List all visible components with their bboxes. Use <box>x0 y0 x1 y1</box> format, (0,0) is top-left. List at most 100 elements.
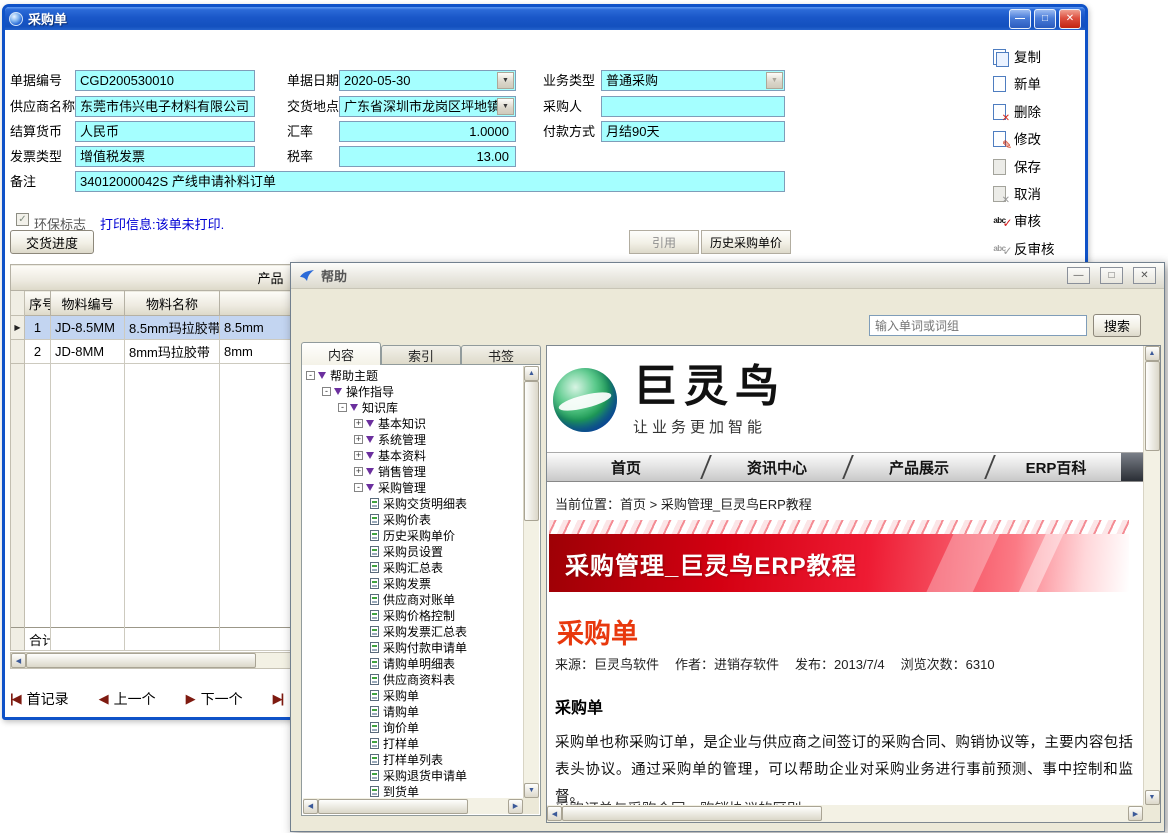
help-tab-0[interactable]: 内容 <box>301 342 381 365</box>
recnav-next-button[interactable]: ▶下一个 <box>186 689 243 709</box>
quote-button[interactable]: 引用 <box>629 230 699 254</box>
scroll-left-icon[interactable]: ◀ <box>547 806 562 821</box>
help-tab-1[interactable]: 索引 <box>381 345 461 365</box>
scroll-thumb[interactable] <box>318 799 468 814</box>
remark-field[interactable]: 34012000042S 产线申请补料订单 <box>75 171 785 192</box>
tree-expand-icon[interactable]: + <box>354 419 363 428</box>
scroll-thumb[interactable] <box>1145 361 1160 451</box>
scroll-down-icon[interactable]: ▼ <box>1145 790 1160 805</box>
tree-expand-icon[interactable]: + <box>354 451 363 460</box>
minimize-icon[interactable]: — <box>1067 267 1090 284</box>
tree-item[interactable]: +系统管理 <box>303 431 523 447</box>
tree-item[interactable]: 请购单 <box>303 703 523 719</box>
tree-expand-icon[interactable]: - <box>322 387 331 396</box>
biz-type-field[interactable]: 普通采购▼ <box>601 70 785 91</box>
help-tab-2[interactable]: 书签 <box>461 345 541 365</box>
currency-field[interactable]: 人民币 <box>75 121 255 142</box>
close-icon[interactable]: ✕ <box>1133 267 1156 284</box>
main-title-bar[interactable]: 采购单 — □ ✕ <box>5 7 1085 30</box>
tree-item[interactable]: 打样单列表 <box>303 751 523 767</box>
content-horizontal-scrollbar[interactable]: ◀ ▶ <box>547 805 1143 822</box>
tree-item[interactable]: 采购付款申请单 <box>303 639 523 655</box>
help-title-bar[interactable]: 帮助 — □ ✕ <box>291 263 1164 289</box>
recnav-first-button[interactable]: |◀首记录 <box>10 689 69 709</box>
site-nav-item[interactable]: 首页 <box>547 453 705 481</box>
doc-no-field[interactable]: CGD200530010 <box>75 70 255 91</box>
tree-expand-icon[interactable]: + <box>354 467 363 476</box>
supplier-field[interactable]: 东莞市伟兴电子材料有限公司 <box>75 96 255 117</box>
tree-item[interactable]: 采购发票 <box>303 575 523 591</box>
column-header[interactable]: 物料名称 <box>125 291 220 316</box>
tree-item[interactable]: +基本资料 <box>303 447 523 463</box>
content-vertical-scrollbar[interactable]: ▲ ▼ <box>1143 346 1160 805</box>
action-save-button[interactable]: 保存 <box>991 154 1041 178</box>
column-header[interactable]: 序号 <box>25 291 51 316</box>
scroll-thumb[interactable] <box>26 653 256 668</box>
tree-item[interactable]: 请购单明细表 <box>303 655 523 671</box>
tree-expand-icon[interactable]: - <box>354 483 363 492</box>
tree-item[interactable]: +销售管理 <box>303 463 523 479</box>
tree-item[interactable]: 采购发票汇总表 <box>303 623 523 639</box>
tree-item[interactable]: 供应商对账单 <box>303 591 523 607</box>
tree-item[interactable]: 历史采购单价 <box>303 527 523 543</box>
site-nav-item[interactable]: ERP百科 <box>991 453 1121 481</box>
site-nav-item[interactable]: 产品展示 <box>849 453 989 481</box>
delivery-progress-button[interactable]: 交货进度 <box>10 230 94 254</box>
maximize-icon[interactable]: □ <box>1100 267 1123 284</box>
action-audit-button[interactable]: abc审核 <box>991 208 1041 232</box>
recnav-prev-button[interactable]: ◀上一个 <box>99 689 156 709</box>
tree-item[interactable]: 采购退货申请单 <box>303 767 523 783</box>
exchange-rate-field[interactable]: 1.0000 <box>339 121 516 142</box>
help-search-button[interactable]: 搜索 <box>1093 314 1141 337</box>
history-price-button[interactable]: 历史采购单价 <box>701 230 791 254</box>
tree-item[interactable]: 打样单 <box>303 735 523 751</box>
action-modify-button[interactable]: 修改 <box>991 126 1041 150</box>
tree-item[interactable]: -知识库 <box>303 399 523 415</box>
scroll-thumb[interactable] <box>562 806 822 821</box>
scroll-up-icon[interactable]: ▲ <box>1145 346 1160 361</box>
action-copy-button[interactable]: 复制 <box>991 44 1041 68</box>
scroll-up-icon[interactable]: ▲ <box>524 366 539 381</box>
tree-vertical-scrollbar[interactable]: ▲ ▼ <box>523 366 539 798</box>
scroll-right-icon[interactable]: ▶ <box>508 799 523 814</box>
tree-expand-icon[interactable]: - <box>338 403 347 412</box>
tree-item[interactable]: 到货单 <box>303 783 523 798</box>
tree-item[interactable]: -帮助主题 <box>303 367 523 383</box>
recnav-last-button[interactable]: ▶| <box>273 691 283 707</box>
maximize-icon[interactable]: □ <box>1034 9 1056 29</box>
tree-horizontal-scrollbar[interactable]: ◀ ▶ <box>303 798 523 814</box>
tree-item[interactable]: 采购单 <box>303 687 523 703</box>
scroll-down-icon[interactable]: ▼ <box>524 783 539 798</box>
tree-expand-icon[interactable]: - <box>306 371 315 380</box>
tree-item[interactable]: 采购汇总表 <box>303 559 523 575</box>
minimize-icon[interactable]: — <box>1009 9 1031 29</box>
chevron-down-icon[interactable]: ▼ <box>497 72 514 89</box>
chevron-down-icon[interactable]: ▼ <box>497 98 514 115</box>
action-new-button[interactable]: 新单 <box>991 71 1041 95</box>
action-cancel-button[interactable]: 取消 <box>991 181 1041 205</box>
tree-item[interactable]: 采购价表 <box>303 511 523 527</box>
payment-field[interactable]: 月结90天 <box>601 121 785 142</box>
tree-item[interactable]: -操作指导 <box>303 383 523 399</box>
column-header[interactable]: 物料编号 <box>51 291 125 316</box>
help-search-input[interactable] <box>869 315 1087 336</box>
scroll-right-icon[interactable]: ▶ <box>1128 806 1143 821</box>
tree-item[interactable]: +基本知识 <box>303 415 523 431</box>
tree-item[interactable]: -采购管理 <box>303 479 523 495</box>
action-delete-button[interactable]: 删除 <box>991 99 1041 123</box>
tree-expand-icon[interactable]: + <box>354 435 363 444</box>
tree-item[interactable]: 供应商资料表 <box>303 671 523 687</box>
scroll-thumb[interactable] <box>524 381 539 521</box>
site-nav-item[interactable]: 资讯中心 <box>707 453 847 481</box>
delivery-place-field[interactable]: 广东省深圳市龙岗区坪地镇六▼ <box>339 96 516 117</box>
buyer-field[interactable] <box>601 96 785 117</box>
scroll-left-icon[interactable]: ◀ <box>11 653 26 668</box>
action-unaudit-button[interactable]: abc反审核 <box>991 236 1055 260</box>
close-icon[interactable]: ✕ <box>1059 9 1081 29</box>
tree-item[interactable]: 采购交货明细表 <box>303 495 523 511</box>
tree-item[interactable]: 询价单 <box>303 719 523 735</box>
tree-item[interactable]: 采购价格控制 <box>303 607 523 623</box>
tax-rate-field[interactable]: 13.00 <box>339 146 516 167</box>
eco-checkbox[interactable]: ✓ <box>16 213 29 226</box>
doc-date-field[interactable]: 2020-05-30▼ <box>339 70 516 91</box>
